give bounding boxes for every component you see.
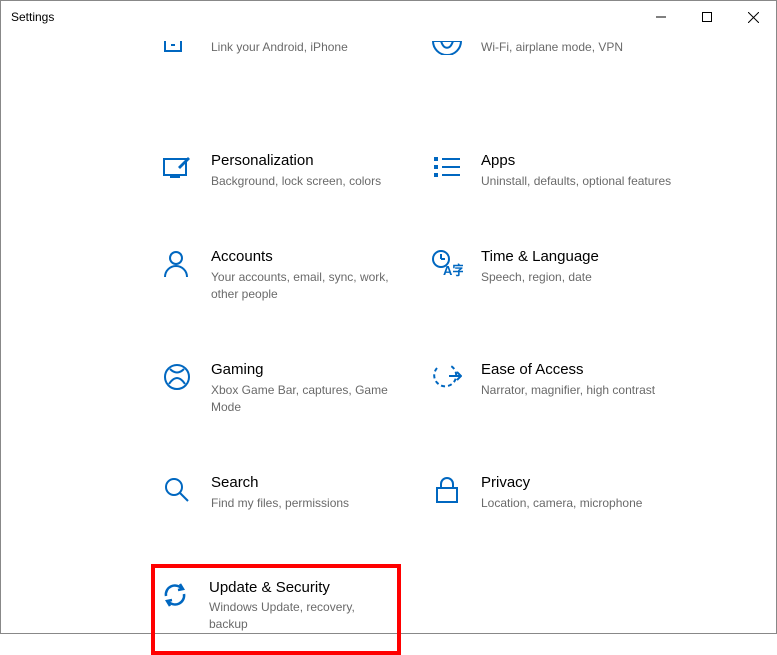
tile-text: Wi-Fi, airplane mode, VPN — [481, 39, 693, 56]
phone-icon — [161, 41, 193, 73]
svg-text:A字: A字 — [443, 263, 463, 278]
person-icon — [161, 249, 193, 281]
apps-list-icon — [431, 153, 463, 185]
paintbrush-icon — [161, 153, 193, 185]
tile-title: Update & Security — [209, 578, 383, 598]
tile-text: Link your Android, iPhone — [211, 39, 423, 56]
tile-sub: Find my files, permissions — [211, 495, 413, 512]
tile-text: Ease of Access Narrator, magnifier, high… — [481, 360, 693, 398]
lock-icon — [431, 475, 463, 507]
tile-update-security[interactable]: Update & Security Windows Update, recove… — [151, 564, 401, 655]
tile-title: Search — [211, 473, 413, 493]
globe-icon — [431, 41, 463, 73]
tile-sub: Your accounts, email, sync, work, other … — [211, 269, 413, 303]
tile-sub: Windows Update, recovery, backup — [209, 599, 383, 633]
tile-apps[interactable]: Apps Uninstall, defaults, optional featu… — [427, 145, 697, 195]
tile-sub: Location, camera, microphone — [481, 495, 683, 512]
tile-time-language[interactable]: A字 Time & Language Speech, region, date — [427, 241, 697, 308]
tile-phone[interactable]: Link your Android, iPhone — [157, 33, 427, 79]
tile-text: Gaming Xbox Game Bar, captures, Game Mod… — [211, 360, 423, 415]
ease-of-access-icon — [431, 362, 463, 394]
tile-text: Apps Uninstall, defaults, optional featu… — [481, 151, 693, 189]
minimize-button[interactable] — [638, 1, 684, 33]
settings-content: Link your Android, iPhone Wi-Fi, airplan… — [1, 33, 776, 655]
tile-personalization[interactable]: Personalization Background, lock screen,… — [157, 145, 427, 195]
tile-sub: Wi-Fi, airplane mode, VPN — [481, 39, 683, 56]
tile-text: Time & Language Speech, region, date — [481, 247, 693, 285]
tile-text: Search Find my files, permissions — [211, 473, 423, 511]
tile-title: Privacy — [481, 473, 683, 493]
window-controls — [638, 1, 776, 33]
tile-text: Personalization Background, lock screen,… — [211, 151, 423, 189]
window-titlebar: Settings — [1, 1, 776, 33]
settings-grid: Link your Android, iPhone Wi-Fi, airplan… — [21, 33, 756, 655]
tile-title: Time & Language — [481, 247, 683, 267]
close-button[interactable] — [730, 1, 776, 33]
tile-gaming[interactable]: Gaming Xbox Game Bar, captures, Game Mod… — [157, 354, 427, 421]
search-icon — [161, 475, 193, 507]
tile-sub: Narrator, magnifier, high contrast — [481, 382, 683, 399]
tile-sub: Speech, region, date — [481, 269, 683, 286]
sync-arrows-icon — [159, 580, 191, 612]
tile-sub: Link your Android, iPhone — [211, 39, 413, 56]
tile-sub: Uninstall, defaults, optional features — [481, 173, 683, 190]
tile-sub: Background, lock screen, colors — [211, 173, 413, 190]
tile-title: Apps — [481, 151, 683, 171]
tile-ease-of-access[interactable]: Ease of Access Narrator, magnifier, high… — [427, 354, 697, 421]
tile-title: Ease of Access — [481, 360, 683, 380]
tile-text: Privacy Location, camera, microphone — [481, 473, 693, 511]
tile-sub: Xbox Game Bar, captures, Game Mode — [211, 382, 413, 416]
tile-network[interactable]: Wi-Fi, airplane mode, VPN — [427, 33, 697, 79]
tile-privacy[interactable]: Privacy Location, camera, microphone — [427, 467, 697, 517]
tile-title: Gaming — [211, 360, 413, 380]
clock-language-icon: A字 — [431, 249, 463, 281]
tile-title: Accounts — [211, 247, 413, 267]
tile-accounts[interactable]: Accounts Your accounts, email, sync, wor… — [157, 241, 427, 308]
tile-search[interactable]: Search Find my files, permissions — [157, 467, 427, 517]
tile-title: Personalization — [211, 151, 413, 171]
window-title: Settings — [11, 10, 54, 24]
tile-text: Accounts Your accounts, email, sync, wor… — [211, 247, 423, 302]
tile-text: Update & Security Windows Update, recove… — [209, 578, 393, 633]
maximize-button[interactable] — [684, 1, 730, 33]
xbox-icon — [161, 362, 193, 394]
